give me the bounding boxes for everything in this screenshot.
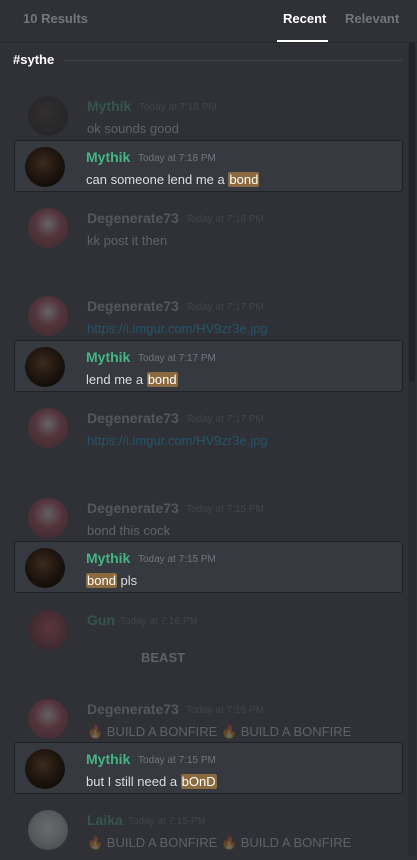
message-text: 🔥 BUILD A BONFIRE 🔥 BUILD A BONFIRE: [87, 835, 352, 850]
search-result-message[interactable]: Mythik Today at 7:17 PM lend me a bond: [14, 340, 403, 392]
context-message: Laika Today at 7:15 PM 🔥 BUILD A BONFIRE…: [28, 810, 398, 860]
avatar[interactable]: [28, 498, 68, 538]
message-text: lend me a bond: [86, 372, 178, 387]
context-message: Mythik Today at 7:18 PM ok sounds good: [28, 96, 398, 146]
message-timestamp: Today at 7:15 PM: [138, 755, 216, 766]
message-text: 🔥 BUILD A BONFIRE 🔥 BUILD A BONFIRE: [87, 724, 352, 739]
message-timestamp: Today at 7:15 PM: [186, 705, 264, 716]
context-message: Degenerate73 Today at 7:17 PM https://i.…: [28, 408, 398, 458]
message-text-after: pls: [116, 573, 138, 588]
scrollbar-thumb[interactable]: [409, 42, 415, 382]
avatar[interactable]: [25, 347, 65, 387]
search-highlight: bond: [228, 172, 260, 187]
message-timestamp: Today at 7:18 PM: [138, 153, 216, 164]
avatar[interactable]: [25, 548, 65, 588]
message-timestamp: Today at 7:17 PM: [186, 414, 264, 425]
message-author[interactable]: Degenerate73: [87, 298, 179, 314]
search-result-message[interactable]: Mythik Today at 7:15 PM but I still need…: [14, 742, 403, 794]
avatar[interactable]: [28, 810, 68, 850]
context-message: Degenerate73 Today at 7:18 PM kk post it…: [28, 208, 398, 258]
search-highlight: bond: [146, 372, 178, 387]
avatar[interactable]: [28, 408, 68, 448]
message-text: but I still need a bOnD: [86, 774, 217, 789]
message-timestamp: Today at 7:15 PM: [186, 504, 264, 515]
message-text-before: lend me a: [86, 372, 147, 387]
message-author[interactable]: Laika: [87, 812, 123, 828]
message-embed-text: BEAST: [141, 650, 186, 665]
avatar[interactable]: [28, 610, 68, 650]
avatar[interactable]: [28, 296, 68, 336]
avatar[interactable]: [28, 699, 68, 739]
search-result-message[interactable]: Mythik Today at 7:15 PM bond pls: [14, 541, 403, 593]
message-text: bond this cock: [87, 523, 171, 538]
message-author[interactable]: Mythik: [87, 98, 131, 114]
results-count: 10 Results: [23, 11, 89, 26]
message-author[interactable]: Degenerate73: [87, 410, 179, 426]
message-author[interactable]: Mythik: [86, 149, 130, 165]
search-highlight: bOnD: [180, 774, 217, 789]
avatar[interactable]: [25, 749, 65, 789]
tab-recent[interactable]: Recent: [283, 11, 326, 26]
message-author[interactable]: Mythik: [86, 550, 130, 566]
message-timestamp: Today at 7:18 PM: [139, 102, 217, 113]
message-author[interactable]: Mythik: [86, 349, 130, 365]
search-results-header: 10 Results Recent Relevant: [0, 0, 417, 43]
message-timestamp: Today at 7:17 PM: [138, 353, 216, 364]
message-author[interactable]: Mythik: [86, 751, 130, 767]
message-text: ok sounds good: [87, 121, 179, 136]
message-text-before: can someone lend me a: [86, 172, 229, 187]
context-message: Gun Today at 7:16 PM BEAST: [28, 610, 398, 665]
active-tab-indicator: [277, 40, 328, 42]
message-text: can someone lend me a bond: [86, 172, 260, 187]
message-link[interactable]: https://i.imgur.com/HV9zr3e.jpg: [87, 433, 268, 448]
channel-name[interactable]: #sythe: [13, 52, 54, 67]
message-timestamp: Today at 7:16 PM: [120, 616, 198, 627]
message-text: bond pls: [86, 573, 137, 588]
channel-divider: [65, 60, 402, 61]
search-result-message[interactable]: Mythik Today at 7:18 PM can someone lend…: [14, 140, 403, 192]
avatar[interactable]: [28, 208, 68, 248]
message-author[interactable]: Degenerate73: [87, 210, 179, 226]
avatar[interactable]: [25, 147, 65, 187]
message-link[interactable]: https://i.imgur.com/HV9zr3e.jpg: [87, 321, 268, 336]
tab-relevant[interactable]: Relevant: [345, 11, 399, 26]
avatar[interactable]: [28, 96, 68, 136]
message-text-before: but I still need a: [86, 774, 181, 789]
message-author[interactable]: Degenerate73: [87, 500, 179, 516]
message-text: kk post it then: [87, 233, 168, 248]
message-timestamp: Today at 7:18 PM: [186, 214, 264, 225]
message-timestamp: Today at 7:15 PM: [128, 816, 206, 827]
message-author[interactable]: Degenerate73: [87, 701, 179, 717]
message-author[interactable]: Gun: [87, 612, 115, 628]
context-message: Degenerate73 Today at 7:17 PM https://i.…: [28, 296, 398, 346]
search-highlight: bond: [86, 573, 117, 588]
message-timestamp: Today at 7:17 PM: [186, 302, 264, 313]
message-timestamp: Today at 7:15 PM: [138, 554, 216, 565]
